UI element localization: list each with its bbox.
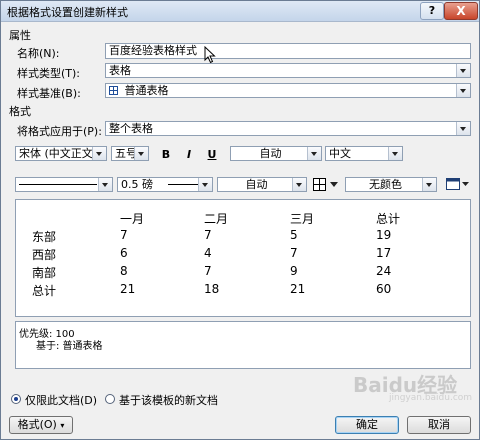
borders-grid-icon	[313, 178, 326, 191]
table-icon	[109, 86, 118, 95]
preview-cell: 60	[376, 282, 392, 296]
preview-cell: 4	[204, 246, 212, 260]
language-value: 中文	[329, 147, 351, 160]
style-based-value: 普通表格	[124, 84, 169, 97]
style-type-label: 样式类型(T):	[17, 67, 81, 80]
preview-header: 三月	[290, 212, 315, 226]
preview-cell: 21	[120, 282, 136, 296]
cancel-button[interactable]: 取消	[407, 416, 471, 434]
preview-cell: 5	[290, 228, 298, 242]
border-color-value: 自动	[245, 178, 268, 191]
preview-cell: 7	[290, 246, 298, 260]
font-color-value: 自动	[259, 147, 282, 160]
chevron-down-icon	[388, 147, 402, 160]
style-description: 优先级: 100 基于: 普通表格	[15, 321, 471, 369]
preview-cell: 19	[376, 228, 392, 242]
only-this-document-label[interactable]: 仅限此文档(D)	[25, 392, 97, 408]
font-size-select[interactable]: 五号	[111, 146, 149, 161]
ok-button[interactable]: 确定	[335, 416, 399, 434]
preview-row-label: 南部	[32, 266, 57, 280]
chevron-down-icon	[456, 122, 470, 135]
style-type-select[interactable]: 表格	[105, 63, 471, 78]
help-button[interactable]: ?	[420, 2, 444, 20]
font-color-select[interactable]: 自动	[230, 146, 322, 161]
preview-cell: 21	[290, 282, 306, 296]
preview-row-label: 总计	[32, 284, 57, 298]
border-color-select[interactable]: 自动	[217, 177, 307, 192]
format-menu-label: 格式(O)	[17, 418, 57, 431]
chevron-down-icon	[330, 182, 338, 187]
preview-header: 二月	[204, 212, 229, 226]
style-based-select[interactable]: 普通表格	[105, 83, 471, 98]
name-input[interactable]: 百度经验表格样式	[105, 43, 471, 59]
template-documents-label[interactable]: 基于该模板的新文档	[119, 392, 218, 408]
preview-row-label: 西部	[32, 248, 57, 262]
style-based-label: 样式基准(B):	[17, 87, 81, 100]
shading-value: 无颜色	[369, 178, 402, 191]
chevron-down-icon	[462, 182, 469, 186]
border-weight-line-icon	[168, 184, 198, 185]
baidu-watermark-url: jingyan.baidu.com	[389, 393, 473, 403]
apply-to-value: 整个表格	[109, 122, 153, 135]
chevron-down-icon	[134, 147, 148, 160]
preview-cell: 7	[204, 228, 212, 242]
mouse-cursor-icon	[204, 46, 216, 64]
title-bar: 根据格式设置创建新样式 ? X	[1, 1, 479, 22]
close-button[interactable]: X	[444, 2, 478, 20]
preview-cell: 9	[290, 264, 298, 278]
preview-header: 一月	[120, 212, 145, 226]
window-title: 根据格式设置创建新样式	[7, 6, 128, 19]
chevron-down-icon	[98, 178, 112, 191]
template-documents-radio[interactable]	[105, 394, 115, 404]
border-weight-select[interactable]: 0.5 磅	[117, 177, 213, 192]
chevron-down-icon: ▾	[60, 421, 65, 430]
chevron-down-icon	[307, 147, 321, 160]
italic-button[interactable]: I	[181, 147, 197, 162]
name-input-value: 百度经验表格样式	[109, 44, 197, 57]
borders-button[interactable]	[311, 177, 341, 192]
shading-select[interactable]: 无颜色	[345, 177, 437, 192]
preview-cell: 7	[120, 228, 128, 242]
properties-group-label: 属性	[9, 29, 31, 42]
name-label: 名称(N):	[17, 47, 60, 60]
format-group-label: 格式	[9, 105, 31, 118]
apply-to-select[interactable]: 整个表格	[105, 121, 471, 136]
preview-cell: 6	[120, 246, 128, 260]
dialog-window: 根据格式设置创建新样式 ? X 属性 名称(N): 百度经验表格样式 样式类型(…	[0, 0, 480, 440]
preview-header: 总计	[376, 212, 401, 226]
chevron-down-icon	[456, 64, 470, 77]
preview-cell: 24	[376, 264, 392, 278]
style-type-value: 表格	[109, 64, 131, 77]
preview-row-label: 东部	[32, 230, 57, 244]
bold-button[interactable]: B	[158, 147, 174, 162]
chevron-down-icon	[456, 84, 470, 97]
table-format-icon	[446, 178, 460, 190]
chevron-down-icon	[92, 147, 106, 160]
format-menu-button[interactable]: 格式(O) ▾	[9, 416, 73, 434]
font-value: 宋体 (中文正文)	[19, 147, 98, 160]
preview-cell: 17	[376, 246, 392, 260]
based-on-text: 基于: 普通表格	[36, 341, 103, 352]
chevron-down-icon	[422, 178, 436, 191]
preview-cell: 8	[120, 264, 128, 278]
chevron-down-icon	[292, 178, 306, 191]
border-style-select[interactable]	[15, 177, 113, 192]
only-this-document-radio[interactable]	[11, 394, 21, 404]
chevron-down-icon	[198, 178, 212, 191]
language-select[interactable]: 中文	[325, 146, 403, 161]
apply-to-label: 将格式应用于(P):	[17, 125, 102, 138]
preview-cell: 18	[204, 282, 220, 296]
border-weight-value: 0.5 磅	[121, 178, 153, 191]
font-select[interactable]: 宋体 (中文正文)	[15, 146, 107, 161]
preview-cell: 7	[204, 264, 212, 278]
table-preview: 一月 二月 三月 总计 东部 7 7 5 19 西部 6 4 7 17 南部 8…	[15, 199, 471, 317]
underline-button[interactable]: U	[204, 147, 220, 162]
table-format-button[interactable]	[445, 177, 471, 192]
border-line-icon	[19, 184, 97, 185]
